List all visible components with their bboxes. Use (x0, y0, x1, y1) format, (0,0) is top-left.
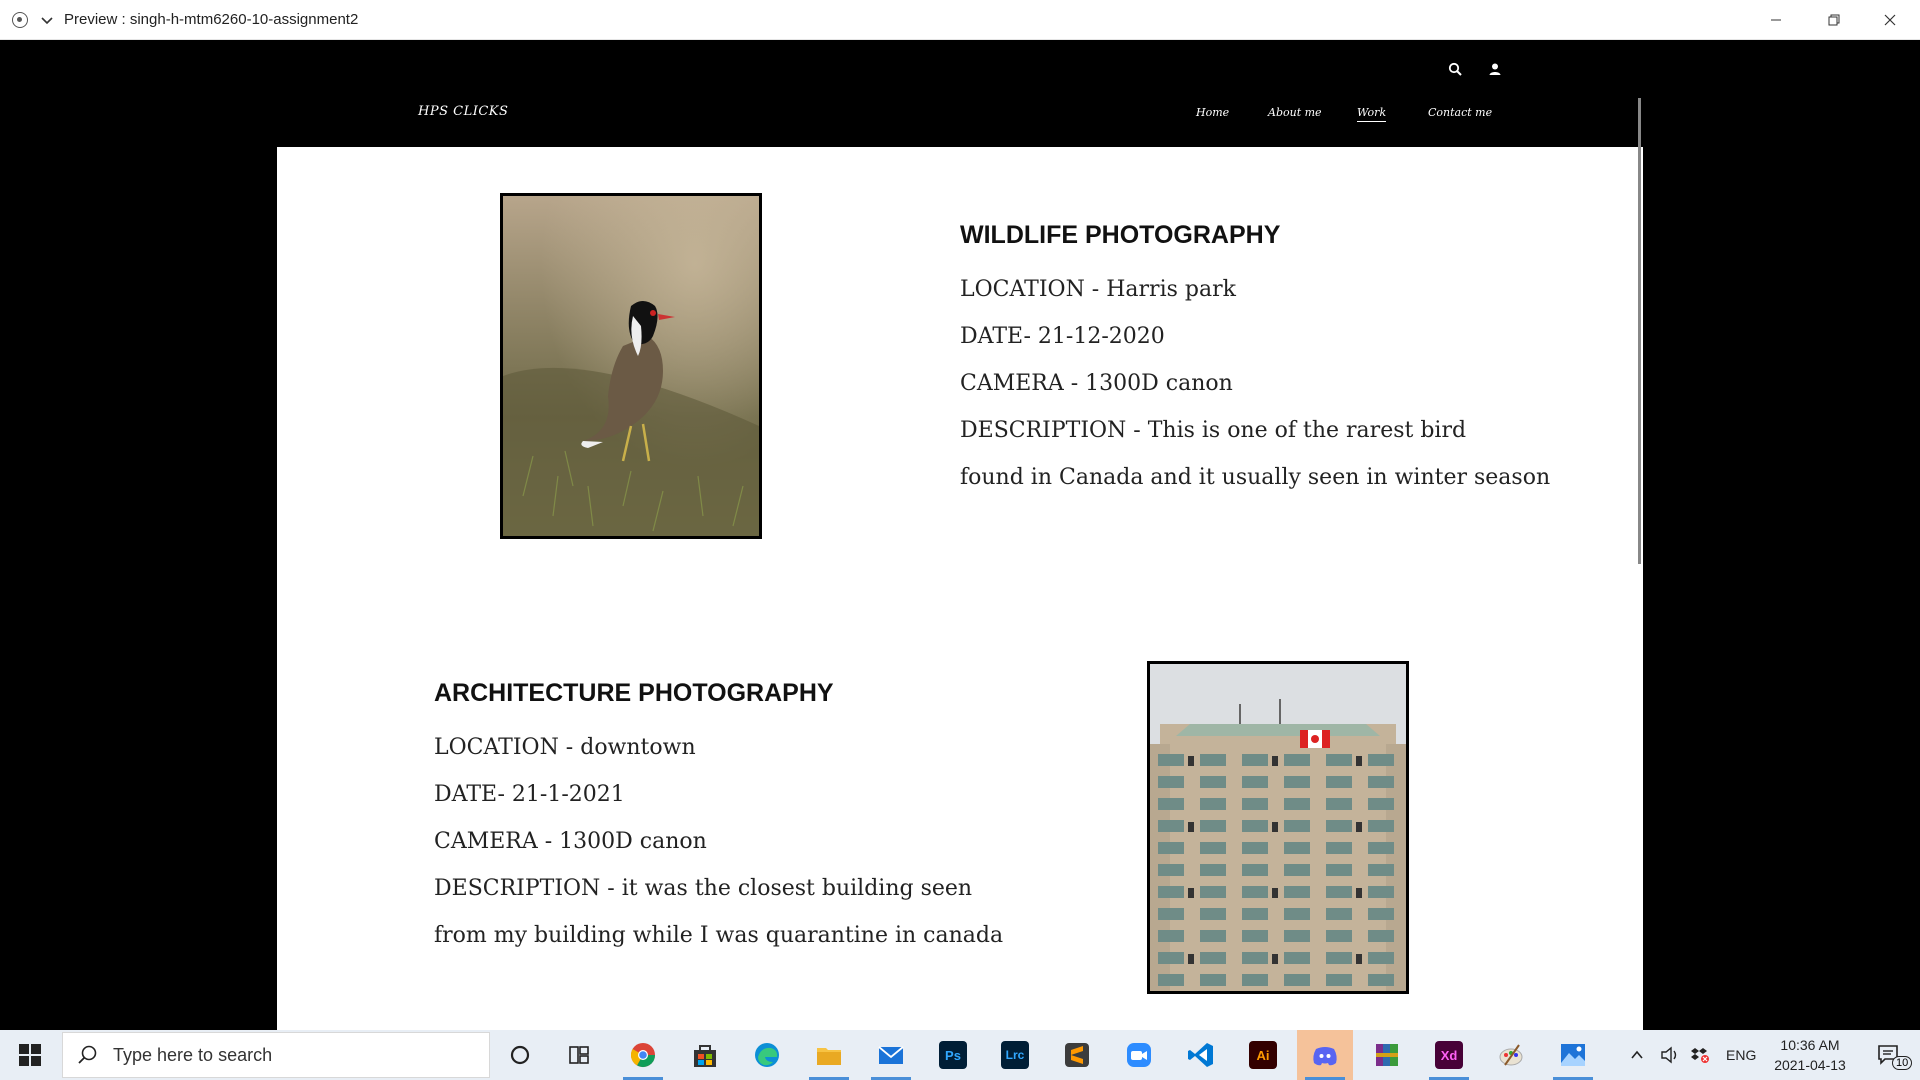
page-viewport[interactable]: HPS CLICKS Home About me Work Contact me (0, 40, 1643, 1030)
page-scrollbar[interactable] (1638, 98, 1641, 564)
architecture-description-cont: from my building while I was quarantine … (434, 923, 1004, 948)
main-content: WILDLIFE PHOTOGRAPHY LOCATION - Harris p… (277, 147, 1643, 1030)
discord-icon (1313, 1047, 1337, 1066)
taskbar-edge[interactable] (739, 1030, 795, 1080)
notification-count: 10 (1892, 1056, 1913, 1070)
window-side-area (1643, 40, 1920, 1030)
wildlife-title: WILDLIFE PHOTOGRAPHY (960, 221, 1281, 249)
volume-icon[interactable] (1660, 1046, 1680, 1064)
taskbar-photoshop[interactable]: Ps (925, 1030, 981, 1080)
architecture-camera: CAMERA - 1300D canon (434, 829, 707, 854)
minimize-icon (1771, 19, 1781, 21)
site-logo[interactable]: HPS CLICKS (418, 104, 508, 119)
taskbar-discord[interactable] (1297, 1030, 1353, 1080)
winrar-icon (1376, 1044, 1398, 1066)
chevron-down-icon[interactable] (40, 13, 54, 27)
nav-home[interactable]: Home (1196, 106, 1229, 119)
start-button[interactable] (0, 1030, 60, 1080)
cortana-button[interactable] (492, 1030, 548, 1080)
wildlife-photo (500, 193, 762, 539)
wildlife-camera: CAMERA - 1300D canon (960, 371, 1233, 396)
dropbox-icon[interactable] (1690, 1046, 1710, 1064)
wildlife-description: DESCRIPTION - This is one of the rarest … (960, 418, 1467, 443)
nav-work[interactable]: Work (1357, 106, 1387, 122)
restore-icon (1828, 14, 1840, 26)
photoshop-icon: Ps (939, 1041, 967, 1069)
wildlife-location: LOCATION - Harris park (960, 277, 1236, 302)
architecture-section: ARCHITECTURE PHOTOGRAPHY LOCATION - down… (434, 679, 1003, 959)
taskbar-sublime[interactable] (1049, 1030, 1105, 1080)
adobe-xd-icon: Xd (1435, 1041, 1463, 1069)
taskbar-search[interactable]: Type here to search (62, 1032, 490, 1078)
taskbar-lightroom[interactable]: Lrc (987, 1030, 1043, 1080)
language-indicator[interactable]: ENG (1726, 1047, 1756, 1063)
task-view-button[interactable] (551, 1030, 607, 1080)
architecture-title: ARCHITECTURE PHOTOGRAPHY (434, 679, 834, 707)
zoom-icon (1127, 1043, 1151, 1067)
sublime-icon (1065, 1043, 1089, 1067)
mail-icon (878, 1046, 904, 1064)
minimize-button[interactable] (1748, 0, 1804, 40)
search-button[interactable] (1445, 59, 1465, 79)
search-icon (78, 1045, 97, 1064)
windows-logo-icon (19, 1044, 41, 1066)
edge-icon (755, 1043, 779, 1067)
taskbar-adobe-xd[interactable]: Xd (1421, 1030, 1477, 1080)
wildlife-description-cont: found in Canada and it usually seen in w… (960, 465, 1551, 490)
taskbar-vscode[interactable] (1173, 1030, 1229, 1080)
architecture-photo (1147, 661, 1409, 994)
search-icon (1448, 62, 1462, 76)
close-icon (1884, 14, 1896, 26)
illustrator-icon: Ai (1249, 1041, 1277, 1069)
user-icon (1489, 63, 1501, 75)
site-header: HPS CLICKS Home About me Work Contact me (0, 40, 1643, 147)
clock-time: 10:36 AM (1780, 1037, 1840, 1053)
nav-about[interactable]: About me (1268, 106, 1322, 119)
window-titlebar: Preview : singh-h-mtm6260-10-assignment2 (0, 0, 1920, 40)
taskbar-paint[interactable] (1483, 1030, 1539, 1080)
restore-button[interactable] (1806, 0, 1862, 40)
taskbar-store[interactable] (677, 1030, 733, 1080)
taskbar-chrome[interactable] (615, 1030, 671, 1080)
account-button[interactable] (1485, 59, 1505, 79)
system-tray: ENG (1630, 1030, 1756, 1080)
taskbar-photos[interactable] (1545, 1030, 1601, 1080)
photos-icon (1561, 1044, 1585, 1066)
close-button[interactable] (1862, 0, 1918, 40)
taskbar-illustrator[interactable]: Ai (1235, 1030, 1291, 1080)
chrome-icon (630, 1043, 655, 1068)
taskbar-clock[interactable]: 10:36 AM 2021-04-13 (1762, 1035, 1858, 1075)
lightroom-icon: Lrc (1001, 1041, 1029, 1069)
taskbar-file-explorer[interactable] (801, 1030, 857, 1080)
architecture-date: DATE- 21-1-2021 (434, 782, 625, 807)
architecture-description: DESCRIPTION - it was the closest buildin… (434, 876, 973, 901)
wildlife-date: DATE- 21-12-2020 (960, 324, 1165, 349)
clock-date: 2021-04-13 (1774, 1057, 1846, 1073)
store-icon (694, 1045, 716, 1067)
windows-taskbar: Type here to search Ps Lrc Ai Xd ENG 10:… (0, 1030, 1920, 1080)
taskbar-zoom[interactable] (1111, 1030, 1167, 1080)
cortana-icon (510, 1045, 530, 1065)
architecture-location: LOCATION - downtown (434, 735, 696, 760)
wildlife-section: WILDLIFE PHOTOGRAPHY LOCATION - Harris p… (960, 221, 1550, 501)
app-record-icon (12, 12, 28, 28)
task-view-icon (569, 1046, 589, 1064)
vscode-icon (1188, 1043, 1213, 1067)
paint-icon (1499, 1044, 1523, 1066)
taskbar-search-placeholder: Type here to search (113, 1044, 273, 1065)
taskbar-winrar[interactable] (1359, 1030, 1415, 1080)
folder-icon (817, 1048, 841, 1065)
chevron-up-icon[interactable] (1630, 1048, 1644, 1062)
notification-center-button[interactable]: 10 (1862, 1030, 1918, 1080)
nav-contact[interactable]: Contact me (1428, 106, 1492, 119)
window-title: Preview : singh-h-mtm6260-10-assignment2 (64, 11, 359, 28)
taskbar-mail[interactable] (863, 1030, 919, 1080)
